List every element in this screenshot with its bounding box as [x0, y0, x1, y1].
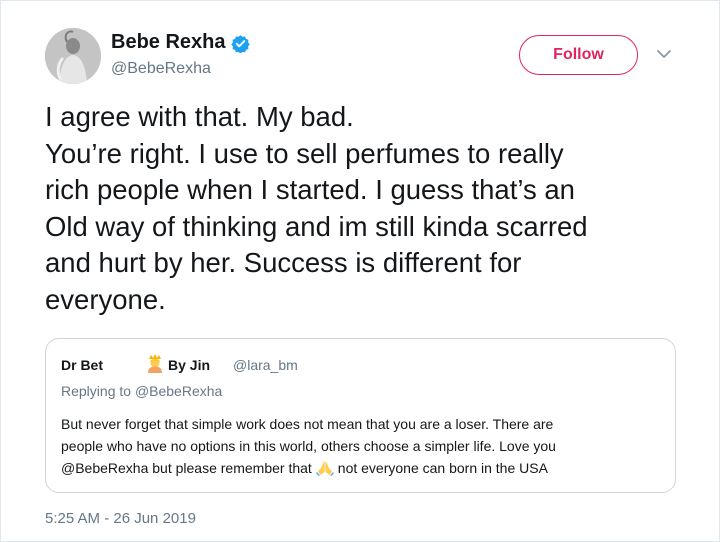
chevron-down-icon[interactable] [656, 48, 672, 60]
replying-to: Replying to @BebeRexha [61, 383, 222, 399]
quoted-author-name-suffix[interactable]: By Jin [168, 357, 210, 373]
replying-mention-link[interactable]: @BebeRexha [135, 383, 222, 399]
quoted-line-part: not everyone can born in the USA [337, 460, 548, 476]
folded-hands-emoji-icon [315, 461, 334, 476]
person-with-crown-emoji-icon [148, 354, 162, 373]
follow-button[interactable]: Follow [519, 35, 638, 75]
tweet-card: Bebe Rexha @BebeRexha Follow I agree wit… [0, 0, 720, 542]
tweet-line: and hurt by her. Success is different fo… [45, 247, 522, 278]
tweet-line: rich people when I started. I guess that… [45, 174, 575, 205]
quoted-line: But never forget that simple work does n… [61, 416, 554, 432]
author-handle[interactable]: @BebeRexha [111, 60, 211, 78]
quoted-author-name[interactable]: Dr Bet [61, 357, 103, 373]
quoted-author-handle[interactable]: @lara_bm [233, 357, 298, 373]
quoted-tweet[interactable]: Dr Bet By Jin @lara_bm Replying to @Bebe… [45, 338, 676, 493]
tweet-line: everyone. [45, 283, 166, 315]
tweet-line: I agree with that. My bad. [45, 101, 354, 132]
quoted-tweet-text: But never forget that simple work does n… [61, 413, 661, 479]
tweet-line: You’re right. I use to sell perfumes to … [45, 137, 564, 169]
quoted-line-part: @BebeRexha but please remember that [61, 460, 312, 476]
quoted-line: @BebeRexha but please remember that not … [61, 457, 661, 479]
replying-prefix: Replying to [61, 383, 132, 399]
avatar-image [45, 28, 101, 84]
quoted-line: people who have no options in this world… [61, 438, 556, 454]
tweet-timestamp[interactable]: 5:25 AM - 26 Jun 2019 [45, 510, 196, 527]
tweet-text: I agree with that. My bad. You’re right.… [45, 99, 685, 318]
author-name[interactable]: Bebe Rexha [111, 31, 226, 54]
avatar[interactable] [45, 28, 101, 84]
tweet-line: Old way of thinking and im still kinda s… [45, 210, 588, 242]
verified-badge-icon [231, 35, 250, 53]
